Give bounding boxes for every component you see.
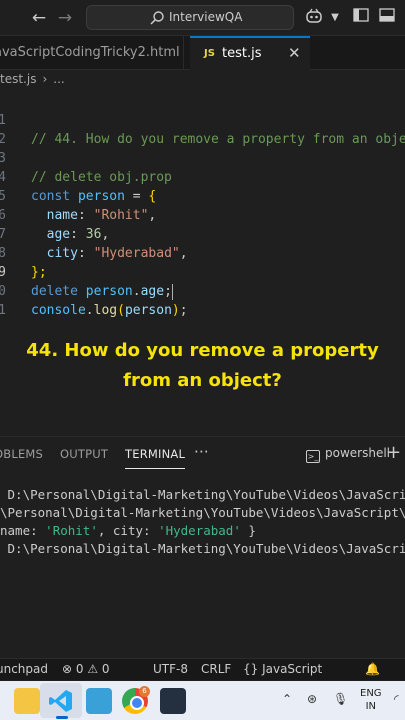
notification-badge: 6 bbox=[139, 686, 150, 697]
breadcrumb-file[interactable]: test.js bbox=[0, 72, 36, 86]
search-text: InterviewQA bbox=[169, 10, 243, 24]
argument: person bbox=[124, 303, 172, 318]
terminal-app-icon[interactable] bbox=[160, 688, 186, 714]
more-icon[interactable]: ··· bbox=[194, 443, 209, 461]
code-line: 3 // delete obj.prop bbox=[0, 130, 405, 185]
status-language[interactable]: {} JavaScript bbox=[243, 662, 322, 676]
copilot-icon[interactable] bbox=[304, 8, 324, 28]
output-key: , city: bbox=[97, 523, 151, 538]
terminal-line: D:\Personal\Digital-Marketing\YouTube\Vi… bbox=[0, 487, 405, 502]
terminal-icon: >_ bbox=[306, 450, 320, 463]
code-line: 6 age: 36, bbox=[0, 187, 405, 242]
question-caption: 44. How do you remove a property from an… bbox=[0, 336, 405, 396]
title-bar: ← → InterviewQA ▼ bbox=[0, 0, 405, 36]
function-name: log bbox=[93, 303, 118, 318]
terminal-line: \Personal\Digital-Marketing\YouTube\Vide… bbox=[0, 505, 405, 520]
file-explorer-icon[interactable] bbox=[14, 688, 40, 714]
network-icon[interactable]: ⊛ bbox=[307, 692, 317, 706]
code-line-current: 9 delete person.age; bbox=[0, 244, 405, 300]
chevron-up-icon[interactable]: ⌃ bbox=[282, 692, 292, 706]
search-icon bbox=[150, 11, 164, 25]
windows-taskbar: 6 ⌃ ⊛ 🎙 ENG IN ◜ bbox=[0, 681, 405, 720]
status-launchpad[interactable]: unchpad bbox=[0, 662, 48, 676]
code-line: 8 }; bbox=[0, 225, 405, 280]
breadcrumb-more[interactable]: ... bbox=[53, 72, 64, 86]
status-encoding[interactable]: UTF-8 bbox=[153, 662, 188, 676]
output-key: name: bbox=[0, 523, 38, 538]
caption-line-2: from an object? bbox=[123, 370, 282, 391]
tab-label: test.js bbox=[222, 46, 262, 61]
tab-test-js[interactable]: JS test.js ✕ bbox=[190, 36, 310, 70]
vscode-icon[interactable] bbox=[48, 688, 74, 714]
notepad-icon[interactable] bbox=[86, 688, 112, 714]
status-eol[interactable]: CRLF bbox=[201, 662, 231, 676]
tab-terminal[interactable]: TERMINAL bbox=[125, 447, 186, 469]
forward-arrow-icon[interactable]: → bbox=[54, 7, 76, 29]
lang-region: IN bbox=[365, 701, 376, 712]
status-problems[interactable]: ⊗ 0 ⚠ 0 bbox=[62, 662, 110, 676]
output-string: 'Rohit' bbox=[45, 523, 98, 538]
tab-problems[interactable]: OBLEMS bbox=[0, 447, 43, 461]
output-string: 'Hyderabad' bbox=[158, 523, 241, 538]
breadcrumb: test.js ›... bbox=[0, 72, 71, 92]
tab-javascriptcodingtricky2[interactable]: avaScriptCodingTricky2.html bbox=[0, 36, 184, 70]
terminal-line: D:\Personal\Digital-Marketing\YouTube\Vi… bbox=[0, 541, 405, 556]
code-line: 1 bbox=[0, 282, 405, 318]
code-line: 2 bbox=[0, 111, 405, 147]
tab-label: avaScriptCodingTricky2.html bbox=[0, 45, 180, 60]
terminal-line: name: 'Rohit', city: 'Hyderabad' } bbox=[0, 522, 256, 540]
javascript-file-icon: JS bbox=[204, 48, 215, 59]
command-center-search[interactable]: InterviewQA bbox=[86, 5, 294, 30]
active-indicator bbox=[56, 716, 68, 719]
code-line: 1 // 44. How do you remove a property fr… bbox=[0, 92, 405, 147]
code-line: 0 console.log(person); bbox=[0, 263, 405, 318]
close-icon[interactable]: ✕ bbox=[288, 38, 301, 69]
code-line: 5 name: "Rohit", bbox=[0, 168, 405, 223]
code-editor[interactable]: 1 // 44. How do you remove a property fr… bbox=[0, 92, 405, 318]
terminal-shell-selector[interactable]: >_ powershell bbox=[306, 446, 390, 463]
shell-label: powershell bbox=[325, 446, 390, 460]
panel-tabs: OBLEMS OUTPUT TERMINAL ··· >_powershell … bbox=[0, 437, 405, 473]
lang-code: ENG bbox=[360, 688, 382, 699]
code-line: 7 city: "Hyderabad", bbox=[0, 206, 405, 261]
line-number: 1 bbox=[0, 303, 6, 318]
language-indicator[interactable]: ENG IN bbox=[360, 687, 382, 713]
code-line: 4 const person = { bbox=[0, 149, 405, 204]
chevron-down-icon[interactable]: ▼ bbox=[328, 8, 342, 28]
back-arrow-icon[interactable]: ← bbox=[28, 7, 50, 29]
wifi-icon[interactable]: ◜ bbox=[394, 692, 399, 706]
breadcrumb-separator: › bbox=[42, 72, 48, 86]
toggle-sidebar-icon[interactable] bbox=[352, 8, 370, 28]
status-bar: unchpad ⊗ 0 ⚠ 0 UTF-8 CRLF {} JavaScript… bbox=[0, 658, 405, 680]
variable: console bbox=[31, 303, 86, 318]
microphone-icon[interactable]: 🎙 bbox=[333, 692, 348, 706]
terminal-output[interactable]: D:\Personal\Digital-Marketing\YouTube\Vi… bbox=[0, 480, 405, 580]
output-brace: } bbox=[240, 523, 256, 538]
new-terminal-button[interactable]: + bbox=[386, 442, 401, 463]
bell-icon[interactable]: 🔔 bbox=[365, 662, 380, 676]
editor-tabs: avaScriptCodingTricky2.html JS test.js ✕ bbox=[0, 36, 405, 70]
caption-line-1: 44. How do you remove a property bbox=[26, 340, 379, 361]
tab-output[interactable]: OUTPUT bbox=[60, 447, 108, 461]
toggle-panel-icon[interactable] bbox=[378, 8, 396, 28]
